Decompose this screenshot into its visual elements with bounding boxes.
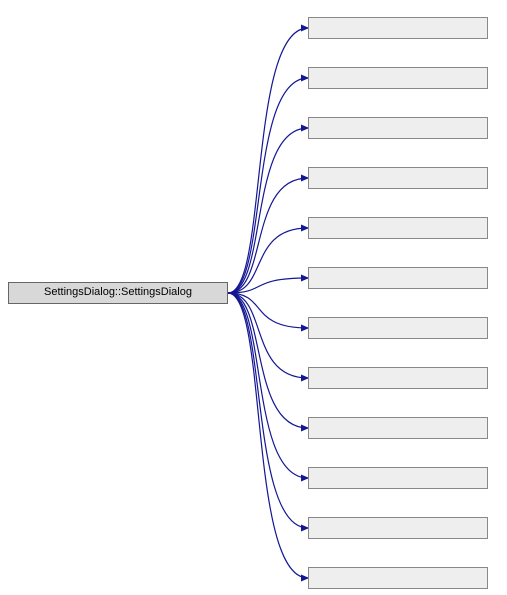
edge-10	[228, 293, 308, 528]
node-target-9[interactable]	[308, 467, 488, 489]
node-target-6[interactable]	[308, 317, 488, 339]
edge-8	[228, 293, 308, 428]
node-target-2[interactable]	[308, 117, 488, 139]
node-target-1[interactable]	[308, 67, 488, 89]
edge-0	[228, 28, 308, 293]
node-target-3[interactable]	[308, 167, 488, 189]
edge-4	[228, 228, 308, 293]
node-target-5[interactable]	[308, 267, 488, 289]
node-target-7[interactable]	[308, 367, 488, 389]
edge-7	[228, 293, 308, 378]
edge-6	[228, 293, 308, 328]
edge-9	[228, 293, 308, 478]
node-target-4[interactable]	[308, 217, 488, 239]
node-source-label: SettingsDialog::SettingsDialog	[44, 286, 192, 298]
edge-3	[228, 178, 308, 293]
edge-1	[228, 78, 308, 293]
node-source[interactable]: SettingsDialog::SettingsDialog	[8, 282, 228, 304]
edge-11	[228, 293, 308, 578]
edge-2	[228, 128, 308, 293]
edge-5	[228, 278, 308, 293]
node-target-10[interactable]	[308, 517, 488, 539]
node-target-0[interactable]	[308, 17, 488, 39]
node-target-11[interactable]	[308, 567, 488, 589]
call-graph-canvas: SettingsDialog::SettingsDialog	[0, 0, 507, 595]
node-target-8[interactable]	[308, 417, 488, 439]
